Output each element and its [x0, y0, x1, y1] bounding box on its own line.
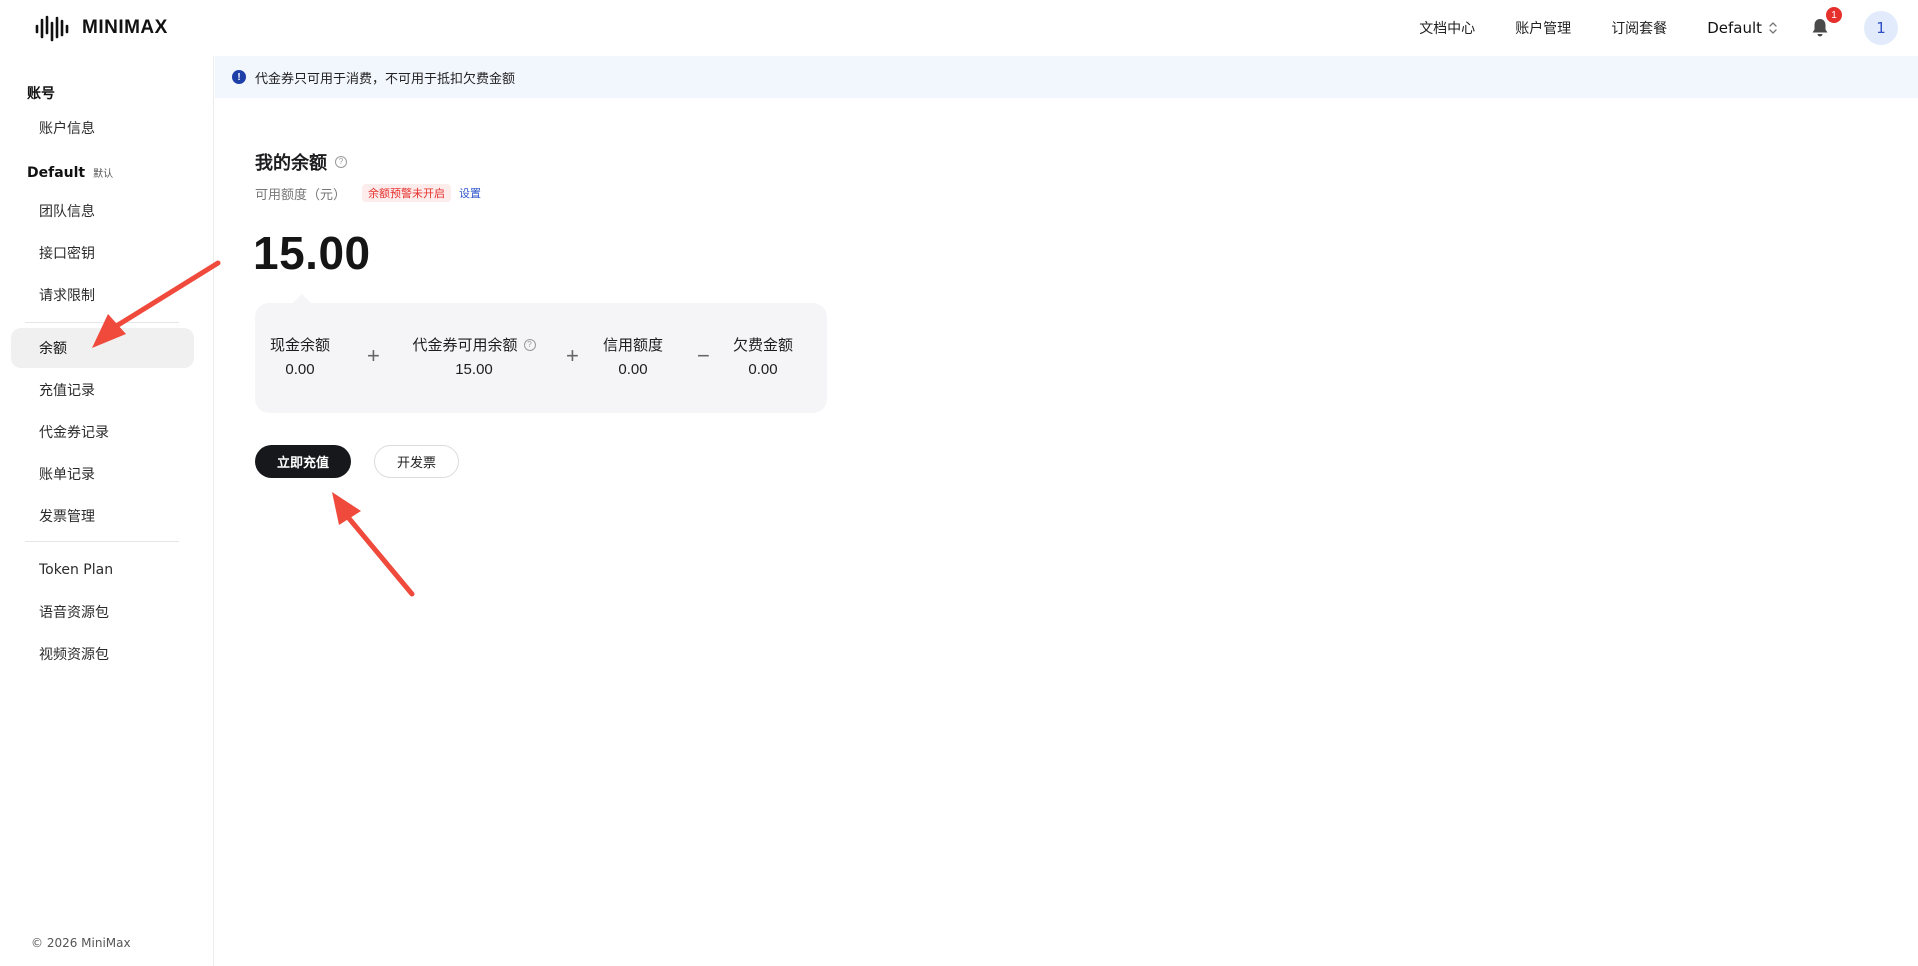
- plus-operator: +: [566, 343, 579, 368]
- chevron-up-down-icon: [1769, 22, 1777, 34]
- page-title: 我的余额 ?: [255, 149, 347, 175]
- help-icon[interactable]: ?: [523, 338, 536, 351]
- notice-text: 代金券只可用于消费，不可用于抵扣欠费金额: [255, 71, 516, 87]
- balance-alert-settings-link[interactable]: 设置: [459, 185, 481, 201]
- top-nav: 文档中心 账户管理 订阅套餐 Default 1 1: [1419, 0, 1898, 56]
- sidebar-group-team: Default 默认: [27, 165, 113, 181]
- avatar[interactable]: 1: [1864, 11, 1898, 45]
- notification-badge: 1: [1826, 7, 1842, 23]
- team-group-label: Default: [27, 165, 86, 181]
- notification-button[interactable]: 1: [1808, 7, 1842, 40]
- recharge-button[interactable]: 立即充值: [255, 445, 351, 478]
- balance-subtitle-row: 可用额度（元） 余额预警未开启 设置: [255, 182, 481, 204]
- nav-docs[interactable]: 文档中心: [1419, 18, 1475, 38]
- available-amount-label: 可用额度（元）: [255, 187, 347, 203]
- voucher-balance-label: 代金券可用余额: [412, 336, 518, 354]
- sidebar-item-recharge-records[interactable]: 充值记录: [11, 370, 194, 410]
- team-selector-label: Default: [1707, 19, 1762, 37]
- sidebar-item-balance[interactable]: 余额: [11, 328, 194, 368]
- sidebar-item-bill-records[interactable]: 账单记录: [11, 454, 194, 494]
- top-bar: MINIMAX 文档中心 账户管理 订阅套餐 Default 1 1: [0, 0, 1918, 56]
- sidebar-item-token-plan[interactable]: Token Plan: [11, 550, 194, 590]
- minimax-logo-icon: [35, 15, 69, 42]
- cash-balance-label: 现金余额: [269, 336, 330, 354]
- sidebar-item-account-info[interactable]: 账户信息: [11, 108, 194, 148]
- sidebar-item-voucher-records[interactable]: 代金券记录: [11, 412, 194, 452]
- sidebar-divider: [25, 541, 179, 542]
- balance-amount: 15.00: [253, 227, 371, 279]
- nav-account-management[interactable]: 账户管理: [1515, 18, 1571, 38]
- brand-name: MINIMAX: [82, 17, 168, 38]
- sidebar-group-account: 账号: [27, 86, 55, 102]
- sidebar: 账号 账户信息 Default 默认 团队信息 接口密钥 请求限制 余额 充值记录…: [0, 56, 214, 966]
- voucher-balance-label-row: 代金券可用余额 ?: [404, 334, 544, 355]
- sidebar-item-video-packs[interactable]: 视频资源包: [11, 634, 194, 674]
- credit-limit-label: 信用额度: [602, 336, 663, 354]
- balance-breakdown-card: 现金余额 0.00 + 代金券可用余额 ? 15.00 + 信用额度 0.00 …: [255, 294, 827, 413]
- team-selector[interactable]: Default: [1707, 19, 1778, 37]
- brand-logo[interactable]: MINIMAX: [34, 12, 168, 44]
- sidebar-item-invoice-management[interactable]: 发票管理: [11, 496, 194, 536]
- arrears-label: 欠费金额: [732, 336, 793, 354]
- credit-limit-value: 0.00: [618, 361, 648, 378]
- annotation-arrows: [92, 260, 415, 597]
- voucher-balance-value: 15.00: [455, 361, 493, 378]
- arrears-value: 0.00: [748, 361, 778, 378]
- copyright: © 2026 MiniMax: [31, 936, 131, 950]
- balance-alert-badge: 余额预警未开启: [362, 184, 452, 202]
- info-icon: !: [232, 70, 246, 84]
- sidebar-item-voice-packs[interactable]: 语音资源包: [11, 592, 194, 632]
- sidebar-item-rate-limits[interactable]: 请求限制: [11, 275, 194, 315]
- sidebar-item-team-info[interactable]: 团队信息: [11, 191, 194, 231]
- arrow-annotation-icon: [332, 492, 415, 597]
- nav-subscription[interactable]: 订阅套餐: [1611, 18, 1667, 38]
- arrears: 欠费金额 0.00: [726, 334, 800, 378]
- voucher-balance: 代金券可用余额 ? 15.00: [404, 334, 544, 378]
- cash-balance: 现金余额 0.00: [263, 334, 337, 378]
- notice-banner: ! 代金券只可用于消费，不可用于抵扣欠费金额: [215, 56, 1918, 98]
- plus-operator: +: [367, 343, 380, 368]
- default-tag: 默认: [93, 169, 114, 180]
- help-icon[interactable]: ?: [335, 156, 347, 168]
- minus-operator: −: [697, 343, 710, 368]
- invoice-button[interactable]: 开发票: [374, 445, 459, 478]
- credit-limit: 信用额度 0.00: [596, 334, 670, 378]
- cash-balance-value: 0.00: [285, 361, 315, 378]
- sidebar-item-api-keys[interactable]: 接口密钥: [11, 233, 194, 273]
- sidebar-divider: [25, 322, 179, 323]
- balance-title-text: 我的余额: [255, 153, 327, 174]
